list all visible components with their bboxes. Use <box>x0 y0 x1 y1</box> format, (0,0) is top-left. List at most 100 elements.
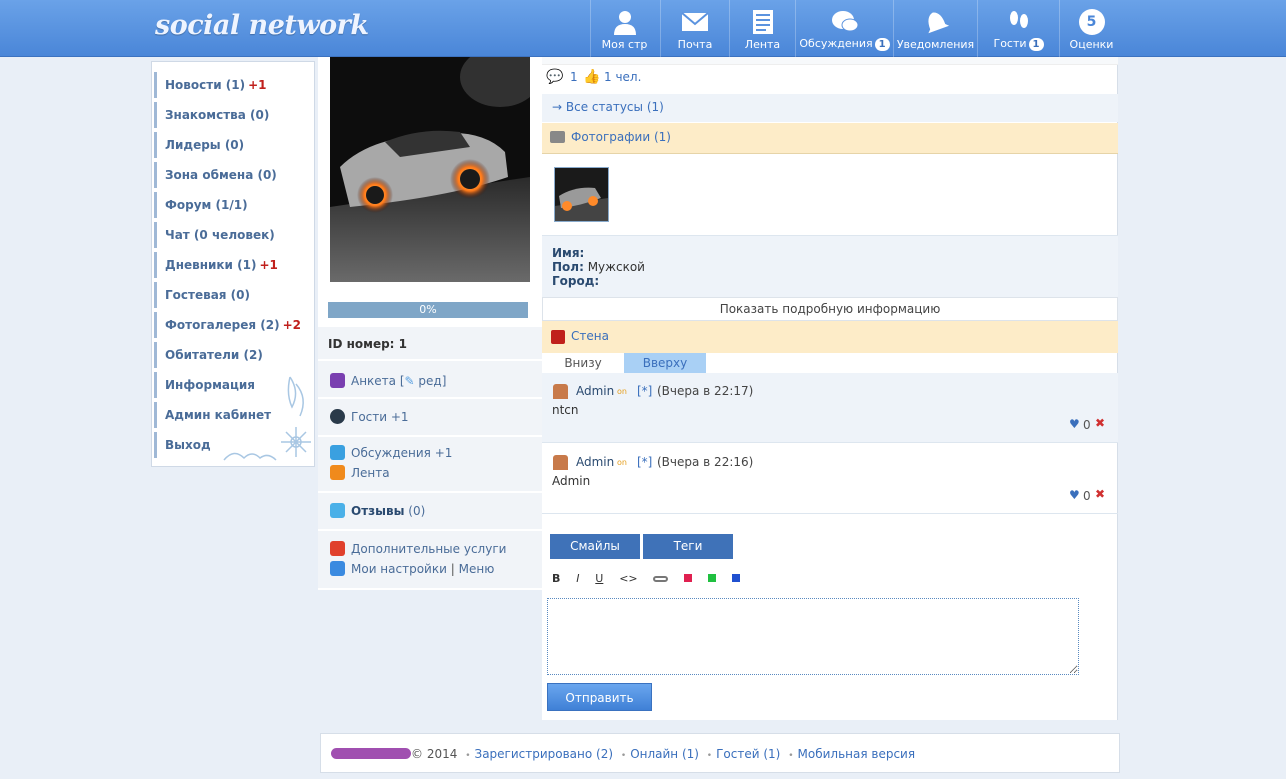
comment-icon[interactable]: 💬 <box>546 69 563 85</box>
anketa-link[interactable]: Анкета [✎ ред] <box>330 373 446 389</box>
wall-post: Admin on [*] (Вчера в 22:17) ntcn ♥ 0 ✖ <box>542 373 1118 443</box>
green-color-icon[interactable] <box>708 574 717 582</box>
rss-icon <box>330 465 345 480</box>
thumbs-up-icon[interactable]: 👍 <box>583 69 600 85</box>
nav-guests[interactable]: Гости 1 <box>977 0 1059 57</box>
post-star-link[interactable]: [*] <box>637 384 652 398</box>
nav-feed[interactable]: Лента <box>729 0 795 57</box>
wall-link[interactable]: Стена <box>571 329 609 343</box>
tab-top[interactable]: Вверху <box>624 353 706 373</box>
wall-post: Admin on [*] (Вчера в 22:16) Admin ♥ 0 ✖ <box>542 444 1118 514</box>
format-toolbar: B I U <> <box>552 571 752 585</box>
guests-link[interactable]: Гости +1 <box>330 409 409 425</box>
bold-button[interactable]: B <box>552 572 560 585</box>
profile-info-block: Имя: Пол: Мужской Город: <box>542 235 1118 297</box>
wrench-icon <box>330 561 345 576</box>
blue-color-icon[interactable] <box>731 574 740 582</box>
redacted-site-name <box>331 748 411 759</box>
rating-icon: 5 <box>1078 9 1105 35</box>
comment-count[interactable]: 1 <box>570 70 578 84</box>
delete-icon[interactable]: ✖ <box>1095 487 1105 501</box>
wall-message-textarea[interactable] <box>547 598 1079 675</box>
sidebar-item-forum[interactable]: Форум (1/1) <box>154 192 312 218</box>
feed-link[interactable]: Лента <box>330 465 390 481</box>
all-statuses-link[interactable]: → Все статусы (1) <box>552 100 664 114</box>
nav-mail[interactable]: Почта <box>660 0 729 57</box>
wall-header: Стена <box>542 321 1118 353</box>
submit-button[interactable]: Отправить <box>547 683 652 711</box>
nav-label: Гости 1 <box>978 37 1059 51</box>
underline-button[interactable]: U <box>595 572 603 585</box>
reviews-link[interactable]: Отзывы (0) <box>330 503 425 519</box>
nav-label: Обсуждения 1 <box>796 37 893 51</box>
link-icon[interactable] <box>653 576 669 582</box>
settings-link[interactable]: Мои настройки <box>351 562 447 576</box>
online-indicator: on <box>617 458 627 467</box>
status-text-clip <box>542 57 1118 65</box>
nav-label: Уведомления <box>896 38 975 51</box>
top-navigation-bar: social network Моя стр Почта Лента Обсуж… <box>0 0 1286 57</box>
nav-my-page[interactable]: Моя стр <box>590 0 658 57</box>
show-details-button[interactable]: Показать подробную информацию <box>542 297 1118 321</box>
heart-icon[interactable]: ♥ <box>1069 417 1080 431</box>
pencil-icon: ✎ <box>404 374 415 388</box>
sidebar-item-dating[interactable]: Знакомства (0) <box>154 102 312 128</box>
photo-thumbnail[interactable] <box>554 167 609 222</box>
post-time: (Вчера в 22:17) <box>657 384 754 398</box>
wall-tabs: Внизу Вверху <box>542 353 1118 373</box>
floral-ornament-icon <box>223 376 311 461</box>
sidebar-item-leaders[interactable]: Лидеры (0) <box>154 132 312 158</box>
nav-label: Оценки <box>1069 38 1114 51</box>
heart-icon[interactable]: ♥ <box>1069 488 1080 502</box>
name-label: Имя: <box>552 246 585 260</box>
mobile-version-link[interactable]: Мобильная версия <box>798 747 916 761</box>
profile-id-row: ID номер: 1 <box>318 327 542 361</box>
likes-count[interactable]: 1 чел. <box>604 70 641 84</box>
bell-icon <box>927 12 949 34</box>
post-author[interactable]: Admin <box>576 384 614 398</box>
photos-link[interactable]: Фотографии (1) <box>571 130 671 144</box>
feed-icon <box>752 10 773 34</box>
italic-button[interactable]: I <box>576 572 579 585</box>
post-author[interactable]: Admin <box>576 455 614 469</box>
settings-row: Мои настройки | Меню <box>330 561 494 577</box>
profile-guests-row: Гости +1 <box>318 399 542 437</box>
menu-link[interactable]: Меню <box>459 562 495 576</box>
nav-discussions[interactable]: Обсуждения 1 <box>795 0 893 57</box>
services-link[interactable]: Дополнительные услуги <box>330 541 506 557</box>
tab-bottom[interactable]: Внизу <box>542 353 624 373</box>
post-likes: 0 <box>1083 418 1091 432</box>
sidebar-item-chat[interactable]: Чат (0 человек) <box>154 222 312 248</box>
post-star-link[interactable]: [*] <box>637 455 652 469</box>
post-time: (Вчера в 22:16) <box>657 455 754 469</box>
nav-ratings[interactable]: 5 Оценки <box>1059 0 1123 57</box>
sidebar-item-diaries[interactable]: Дневники (1) +1 <box>154 252 312 278</box>
user-icon <box>613 11 636 35</box>
red-color-icon[interactable] <box>684 574 693 582</box>
copyright: © 2014 <box>411 747 458 761</box>
nav-label: Лента <box>744 38 781 51</box>
guests-badge: 1 <box>1028 38 1044 51</box>
sidebar-item-guestbook[interactable]: Гостевая (0) <box>154 282 312 308</box>
sidebar-item-news[interactable]: Новости (1) +1 <box>154 72 312 98</box>
code-button[interactable]: <> <box>619 572 637 585</box>
profile-column: 0% ID номер: 1 Анкета [✎ ред] Гости +1 О… <box>318 57 542 590</box>
mail-icon <box>681 12 709 31</box>
profile-photo[interactable] <box>330 57 530 282</box>
sidebar-item-exchange[interactable]: Зона обмена (0) <box>154 162 312 188</box>
sidebar-item-residents[interactable]: Обитатели (2) <box>154 342 312 368</box>
site-logo[interactable]: social network <box>155 10 369 41</box>
online-link[interactable]: Онлайн (1) <box>630 747 699 761</box>
online-indicator: on <box>617 387 627 396</box>
smiles-button[interactable]: Смайлы <box>550 534 640 559</box>
discussions-link[interactable]: Обсуждения +1 <box>330 445 452 461</box>
delete-icon[interactable]: ✖ <box>1095 416 1105 430</box>
sidebar-item-gallery[interactable]: Фотогалерея (2) +2 <box>154 312 312 338</box>
all-statuses-row: → Все статусы (1) <box>542 94 1118 122</box>
guests-link[interactable]: Гостей (1) <box>716 747 780 761</box>
nav-label: Почта <box>677 38 713 51</box>
registered-link[interactable]: Зарегистрировано (2) <box>475 747 614 761</box>
tags-button[interactable]: Теги <box>643 534 733 559</box>
eye-icon <box>330 409 345 424</box>
nav-notifications[interactable]: Уведомления <box>893 0 977 57</box>
